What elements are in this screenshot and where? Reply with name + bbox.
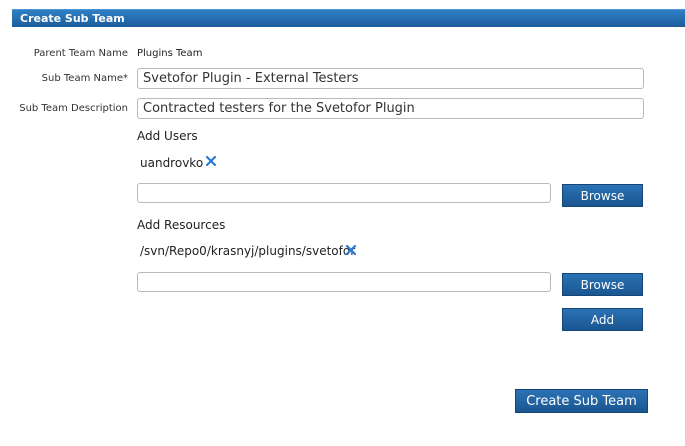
dialog-title-bar: Create Sub Team	[12, 9, 685, 27]
sub-team-name-input[interactable]	[137, 68, 644, 89]
dialog-title: Create Sub Team	[20, 12, 125, 25]
add-resources-heading: Add Resources	[137, 218, 226, 232]
remove-user-icon[interactable]	[205, 155, 217, 167]
sub-team-name-label: Sub Team Name*	[41, 73, 128, 84]
parent-team-label: Parent Team Name	[33, 48, 128, 59]
add-button[interactable]: Add	[562, 308, 643, 331]
remove-resource-icon[interactable]	[345, 244, 357, 256]
create-sub-team-button[interactable]: Create Sub Team	[515, 389, 648, 413]
add-user-input[interactable]	[137, 183, 551, 203]
user-item: uandrovko	[140, 156, 204, 170]
parent-team-value: Plugins Team	[137, 48, 203, 59]
resource-item: /svn/Repo0/krasnyj/plugins/svetofor	[140, 244, 356, 258]
sub-team-description-input[interactable]	[137, 98, 644, 119]
browse-users-button[interactable]: Browse	[562, 184, 643, 207]
sub-team-description-label: Sub Team Description	[19, 103, 128, 114]
add-users-heading: Add Users	[137, 129, 198, 143]
browse-resources-button[interactable]: Browse	[562, 273, 643, 296]
add-resource-input[interactable]	[137, 272, 551, 292]
